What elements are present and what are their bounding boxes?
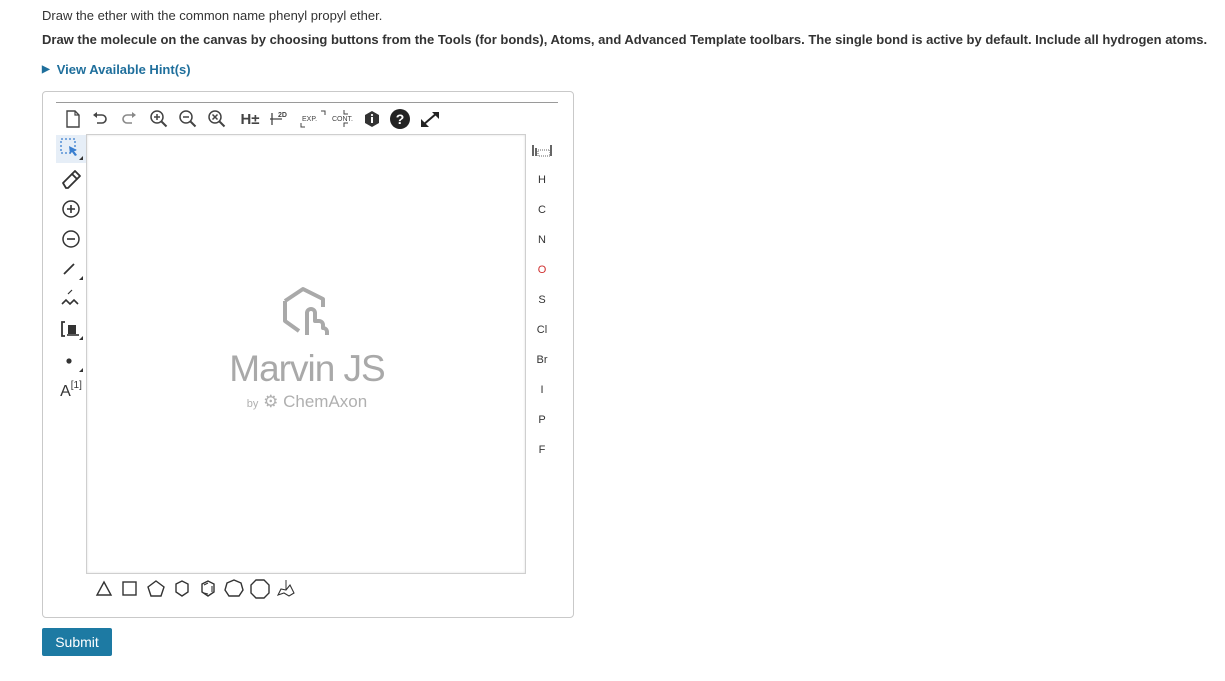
positive-charge-icon[interactable] [56, 195, 86, 223]
atom-br-button[interactable]: Br [526, 345, 558, 375]
atom-map-index: [1] [70, 379, 82, 391]
square-template-icon[interactable] [118, 577, 142, 601]
chemaxon-icon: ⚙ [263, 392, 279, 411]
selection-tool-icon[interactable] [56, 135, 86, 163]
undo-icon[interactable] [89, 107, 111, 131]
info-icon[interactable] [361, 107, 383, 131]
hexagon-template-icon[interactable] [170, 577, 194, 601]
zoom-in-icon[interactable] [148, 107, 170, 131]
drawing-canvas[interactable]: Marvin JS by ⚙ ChemAxon [86, 134, 526, 574]
hint-link-label: View Available Hint(s) [56, 62, 191, 77]
atom-n-button[interactable]: N [526, 225, 558, 255]
atom-c-button[interactable]: C [526, 195, 558, 225]
octagon-template-icon[interactable] [248, 577, 272, 601]
atom-o-button[interactable]: O [526, 255, 558, 285]
triangle-template-icon[interactable] [92, 577, 116, 601]
help-icon[interactable]: ? [388, 107, 412, 131]
radical-dot-icon[interactable] [56, 347, 86, 375]
atom-map-label: A [60, 383, 71, 400]
templates-toolbar [92, 577, 352, 601]
fullscreen-icon[interactable] [418, 107, 442, 131]
heptagon-template-icon[interactable] [222, 577, 246, 601]
svg-text:?: ? [396, 111, 405, 127]
zoom-out-icon[interactable] [177, 107, 199, 131]
atom-map-tool[interactable]: A [1] [56, 375, 86, 403]
eraser-icon[interactable] [56, 165, 86, 193]
negative-charge-icon[interactable] [56, 225, 86, 253]
atom-p-button[interactable]: P [526, 405, 558, 435]
atom-i-button[interactable]: I [526, 375, 558, 405]
redo-icon[interactable] [118, 107, 140, 131]
periodic-table-icon[interactable] [526, 135, 558, 165]
chain-tool-icon[interactable] [56, 285, 86, 313]
marvin-logo-byline: by ⚙ ChemAxon [227, 392, 387, 412]
submit-button[interactable]: Submit [42, 628, 112, 656]
question-prompt: Draw the ether with the common name phen… [42, 8, 383, 23]
marvin-logo-title: Marvin JS [229, 348, 385, 389]
hydrogen-toggle-button[interactable]: H± [237, 107, 263, 131]
pentagon-template-icon[interactable] [144, 577, 168, 601]
caret-right-icon: ▶ [42, 64, 50, 75]
bracket-tool-icon[interactable] [56, 315, 86, 343]
cyclohexane-chair-template-icon[interactable] [274, 577, 298, 601]
editor-frame: H± 2D EXP. CONT. ? A [1] Marvin JS by ⚙ … [42, 91, 574, 618]
atom-h-button[interactable]: H [526, 165, 558, 195]
contract-button[interactable]: CONT. [330, 107, 360, 131]
expand-label: EXP. [302, 116, 317, 123]
expand-button[interactable]: EXP. [299, 107, 327, 131]
logo-company: ChemAxon [283, 392, 368, 411]
benzene-template-icon[interactable] [196, 577, 220, 601]
marvin-editor: H± 2D EXP. CONT. ? A [1] Marvin JS by ⚙ … [56, 102, 558, 605]
atom-s-button[interactable]: S [526, 285, 558, 315]
top-toolbar: H± 2D EXP. CONT. ? [56, 107, 456, 131]
atom-cl-button[interactable]: Cl [526, 315, 558, 345]
contract-label: CONT. [332, 116, 353, 123]
single-bond-icon[interactable] [56, 255, 86, 283]
marvin-logo-icon [283, 287, 329, 335]
question-instructions: Draw the molecule on the canvas by choos… [42, 32, 1208, 47]
atom-f-button[interactable]: F [526, 435, 558, 465]
marvin-logo: Marvin JS by ⚙ ChemAxon [227, 283, 387, 412]
new-document-icon[interactable] [62, 107, 84, 131]
zoom-reset-icon[interactable] [206, 107, 228, 131]
hint-toggle[interactable]: ▶ View Available Hint(s) [42, 62, 191, 77]
clean-2d-button[interactable]: 2D [268, 107, 294, 131]
logo-by-label: by [246, 398, 259, 410]
clean-2d-label: 2D [278, 112, 287, 119]
